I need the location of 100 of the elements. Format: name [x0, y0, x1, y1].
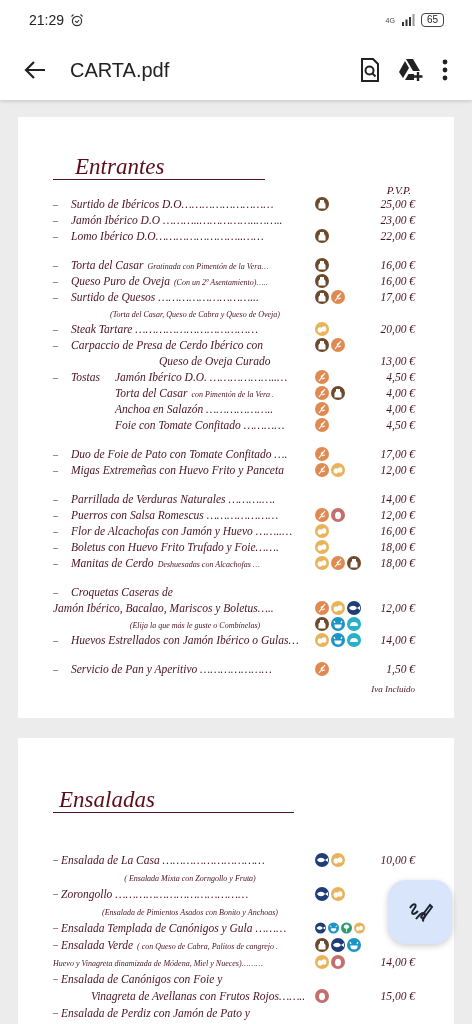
menu-item-name: Boletus con Huevo Frito Trufado y Foie……. — [71, 541, 279, 553]
alarm-icon — [70, 13, 85, 27]
menu-price: 16,00 € — [380, 275, 415, 287]
fish-icon — [315, 852, 329, 867]
menu-item-name: Manitas de Cerdo — [71, 557, 154, 569]
dash-mark: – — [53, 541, 58, 553]
menu-price: 12,00 € — [380, 464, 415, 476]
wheat-icon — [315, 508, 329, 522]
signal-icon — [400, 14, 415, 26]
section-heading: Entrantes — [53, 155, 265, 180]
dash-mark: – — [53, 634, 58, 646]
menu-item-name: Parrillada de Verduras Naturales ……….…. — [71, 493, 276, 505]
jug-icon — [315, 290, 329, 304]
menu-item-name: Ensalada de Perdiz con Jamón de Pato y — [61, 1006, 250, 1019]
battery-indicator: 65 — [420, 13, 444, 27]
menu-price: 12,00 € — [380, 509, 415, 521]
menu-price: 16,00 € — [380, 259, 415, 271]
menu-price: 20,00 € — [380, 323, 415, 335]
menu-item-name: Vinagreta de Avellanas con Frutos Rojos…….. — [91, 989, 306, 1002]
menu-item-name: Steak Tartare ……………………………… — [71, 323, 259, 335]
menu-item-name: Foie con Tomate Confitado ………… — [115, 419, 285, 431]
status-time: 21:29 — [29, 12, 65, 28]
fish-icon — [347, 601, 361, 615]
menu-item-name: Anchoa en Salazón ……………….. — [115, 403, 274, 415]
egg-icon — [315, 524, 329, 538]
menu-item-name: Ensalada de La Casa ………………………… — [61, 853, 265, 866]
dash-mark: – — [53, 888, 58, 899]
wheat-icon — [331, 290, 345, 304]
egg-icon — [331, 886, 345, 901]
jug-icon — [315, 937, 329, 952]
menu-item-name: Lomo Ibérico D.O……………………..…… — [71, 230, 264, 242]
menu-item-name: Carpaccio de Presa de Cerdo Ibérico con — [71, 339, 264, 351]
egg-icon — [315, 633, 329, 647]
menu-item-note: con Pimentón de la Vera . — [191, 390, 275, 399]
menu-price: 25,00 € — [380, 198, 415, 210]
jug-icon — [315, 274, 329, 288]
dash-mark: – — [53, 339, 58, 351]
menu-item-note: (Elija la que más le guste o Combínelas) — [129, 621, 261, 630]
price-header: P.V.P. — [386, 184, 411, 196]
dash-mark: – — [53, 586, 58, 598]
section-heading: Ensaladas — [53, 788, 294, 813]
menu-item-name: Queso de Oveja Curado — [159, 355, 271, 367]
jug-icon — [347, 556, 361, 570]
more-options-icon[interactable] — [442, 59, 448, 81]
menu-item-name: Surtido de Ibéricos D.O……………………… — [71, 198, 274, 210]
egg-icon — [331, 601, 345, 615]
wheat-icon — [315, 463, 329, 477]
egg-icon — [315, 954, 329, 969]
menu-price: 15,00 € — [380, 989, 415, 1002]
egg-icon — [331, 852, 345, 867]
dash-mark: – — [53, 1007, 58, 1018]
menu-price: 4,00 € — [386, 403, 415, 415]
dash-mark: – — [53, 448, 58, 460]
annotate-button[interactable] — [388, 880, 452, 944]
egg-icon — [315, 322, 329, 336]
leaf-icon — [341, 920, 352, 935]
menu-item-name: Surtido de Quesos ………………………... — [71, 291, 259, 303]
menu-item-note: ( con Queso de Cabra, Palitos de cangrejo . — [137, 941, 279, 951]
menu-price: 4,50 € — [386, 419, 415, 431]
dash-mark: – — [53, 214, 58, 226]
jug-icon — [331, 386, 345, 400]
tax-note: Iva Incluido — [371, 684, 415, 694]
menu-item-note: ( Ensalada Mixta con Zorngollo y Fruta) — [124, 873, 256, 883]
menu-price: 18,00 € — [380, 541, 415, 553]
egg-icon — [354, 920, 365, 935]
menu-item-name: Jamón Ibérico, Bacalao, Mariscos y Boletus….. — [53, 602, 274, 614]
wheat-icon — [315, 418, 329, 432]
menu-price: 10,00 € — [380, 853, 415, 866]
drive-add-icon[interactable] — [398, 58, 424, 82]
document-title: CARTA.pdf — [70, 58, 170, 82]
search-document-icon[interactable] — [360, 58, 380, 82]
menu-item-note: Deshuesadas con Alcachofas … — [157, 560, 260, 569]
menu-item-name: Duo de Foie de Pato con Tomate Confitado …. — [71, 448, 288, 460]
menu-item-name: Jamón Ibérico D.O. ………………..… — [115, 371, 288, 383]
menu-item-name: Puerros con Salsa Romescus ………………… — [71, 509, 279, 521]
dash-mark: – — [53, 854, 58, 865]
wheat-icon — [315, 601, 329, 615]
menu-item-name: Torta del Casar — [71, 259, 144, 271]
menu-item-name: Huevo y Vinagreta dinamizada de Módena, Miel y Nueces)……… — [53, 958, 263, 968]
dash-mark: – — [53, 275, 58, 287]
menu-item-name: Migas Extremeñas con Huevo Frito y Panceta — [71, 464, 284, 476]
menu-item-note: (Con un 2º Asentamiento)….. — [173, 278, 268, 287]
menu-price: 17,00 € — [380, 448, 415, 460]
menu-price: 23,00 € — [380, 214, 415, 226]
menu-price: 4,50 € — [386, 371, 415, 383]
back-arrow-icon[interactable] — [24, 60, 46, 80]
fish-icon — [315, 886, 329, 901]
menu-item-note: (Torta del Casar, Queso de Cabra y Queso de Oveja) — [110, 310, 280, 319]
wheat-icon — [315, 402, 329, 416]
menu-item-name: Croquetas Caseras de — [71, 586, 173, 598]
menu-price: 1,50 € — [386, 663, 415, 675]
dash-mark: – — [53, 922, 58, 933]
dash-mark: – — [53, 259, 58, 271]
dash-mark: – — [53, 493, 58, 505]
wheat-icon — [331, 338, 345, 352]
dash-mark: – — [53, 939, 58, 950]
menu-item-name: Queso Puro de Oveja — [71, 275, 170, 287]
dash-mark: – — [53, 323, 58, 335]
jug-icon — [315, 229, 329, 243]
menu-price: 13,00 € — [380, 355, 415, 367]
